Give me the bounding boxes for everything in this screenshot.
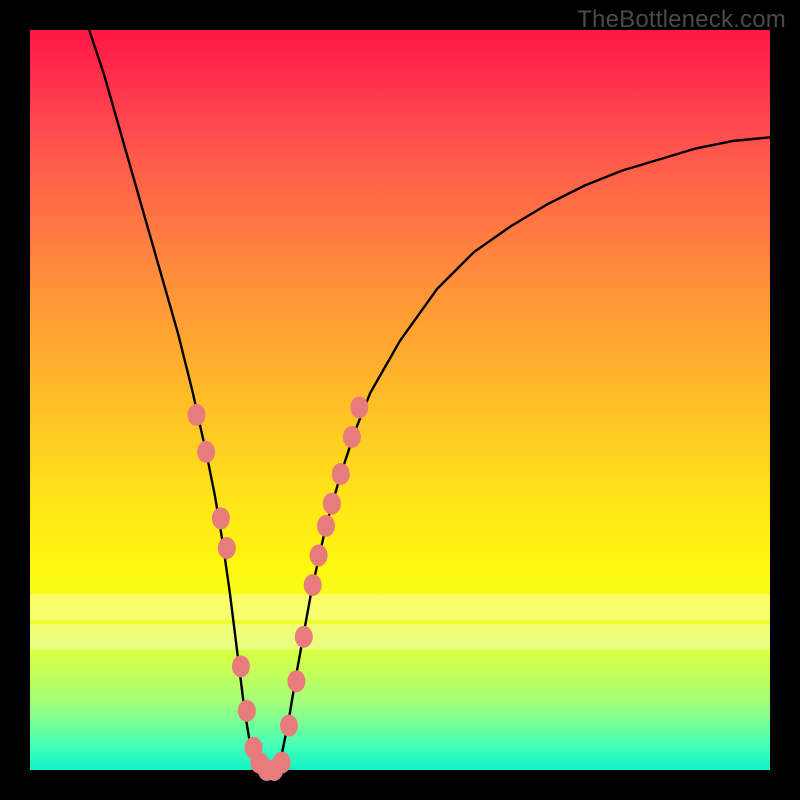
highlight-dot [232, 655, 250, 677]
highlight-dot [317, 515, 335, 537]
chart-container: TheBottleneck.com [0, 0, 800, 800]
highlight-dot [332, 463, 350, 485]
stripe-band [30, 594, 770, 620]
highlight-dot [197, 441, 215, 463]
bottleneck-chart [30, 30, 770, 770]
highlight-dot [350, 396, 368, 418]
highlight-dot [280, 715, 298, 737]
highlight-dot [287, 670, 305, 692]
curve-path [89, 30, 770, 770]
highlight-dot [310, 544, 328, 566]
highlight-dot [343, 426, 361, 448]
plot-area [30, 30, 770, 770]
highlight-dot [212, 507, 230, 529]
stripe-band [30, 624, 770, 650]
highlight-dot [238, 700, 256, 722]
highlight-dot [295, 626, 313, 648]
highlight-dot [304, 574, 322, 596]
highlight-dot [218, 537, 236, 559]
highlight-dot [188, 404, 206, 426]
highlight-dot [323, 493, 341, 515]
highlight-dot [273, 752, 291, 774]
